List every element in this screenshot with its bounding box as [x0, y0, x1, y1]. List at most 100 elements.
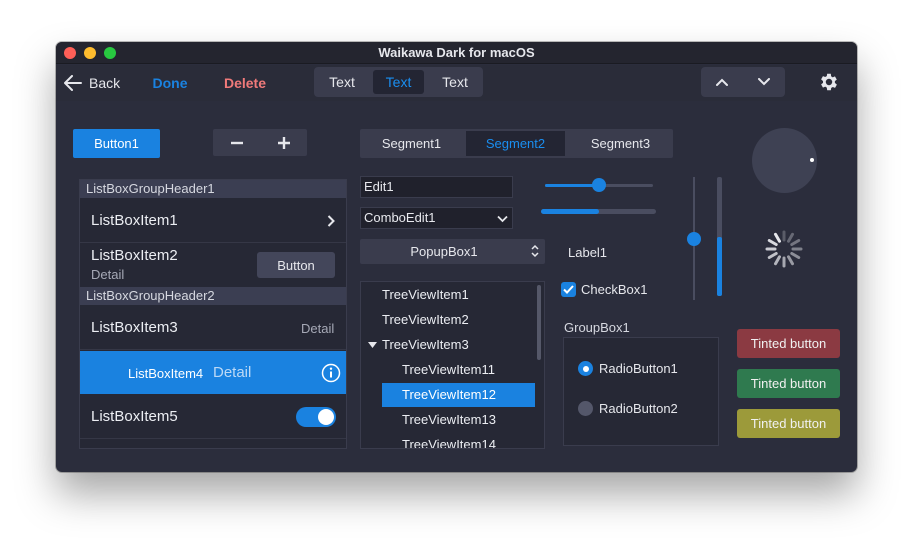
tree-item-3[interactable]: TreeViewItem3 — [382, 333, 469, 357]
zoom-window-button[interactable] — [104, 47, 116, 59]
minus-icon — [230, 141, 243, 144]
radio-button-2-label: RadioButton2 — [599, 401, 678, 416]
up-down-control — [701, 67, 785, 97]
listbox-group-header-2: ListBoxGroupHeader2 — [80, 287, 346, 305]
listbox-item-4[interactable]: ListBoxItem4 Detail — [80, 351, 346, 394]
chevron-up-icon — [716, 78, 728, 86]
checkbox1[interactable]: CheckBox1 — [561, 280, 647, 298]
chevron-down-icon — [758, 78, 770, 86]
slider-1-thumb[interactable] — [592, 178, 606, 192]
tinted-button-red[interactable]: Tinted button — [737, 329, 840, 358]
tree-item-1[interactable]: TreeViewItem1 — [382, 283, 469, 307]
listbox-item-4-detail: Detail — [213, 364, 252, 381]
radio-selected-icon — [578, 361, 593, 376]
chevron-right-icon — [327, 215, 335, 227]
spinner-spoke — [790, 252, 801, 259]
plus-button[interactable] — [260, 129, 307, 156]
radio-button-2[interactable]: RadioButton2 — [578, 401, 678, 416]
disclosure-triangle-icon[interactable] — [368, 342, 377, 348]
vertical-slider-1[interactable] — [687, 177, 701, 300]
text-tab-3[interactable]: Text — [427, 67, 483, 97]
segmented-control: Segment1 Segment2 Segment3 — [360, 129, 673, 158]
done-button[interactable]: Done — [148, 68, 192, 98]
tree-view: TreeViewItem1 TreeViewItem2 TreeViewItem… — [360, 281, 545, 449]
radio-button-1[interactable]: RadioButton1 — [578, 361, 678, 376]
segment-2[interactable]: Segment2 — [466, 131, 565, 156]
info-icon[interactable] — [321, 363, 341, 383]
title-bar: Waikawa Dark for macOS — [56, 42, 857, 64]
listbox-item-3-detail: Detail — [301, 321, 335, 336]
tree-item-13[interactable]: TreeViewItem13 — [402, 408, 496, 432]
dial-knob[interactable] — [752, 128, 817, 193]
window-title: Waikawa Dark for macOS — [378, 45, 535, 60]
label1: Label1 — [568, 245, 608, 260]
close-window-button[interactable] — [64, 47, 76, 59]
tree-item-11[interactable]: TreeViewItem11 — [402, 358, 495, 382]
comboedit1-value: ComboEdit1 — [364, 210, 436, 225]
listbox-item-5-switch[interactable] — [296, 407, 336, 427]
spinner-spoke — [774, 232, 781, 243]
listbox-item-3[interactable]: ListBoxItem3 Detail — [80, 306, 346, 350]
stepper-control — [213, 129, 307, 156]
segment-1[interactable]: Segment1 — [360, 129, 463, 158]
button1[interactable]: Button1 — [73, 129, 160, 158]
comboedit1-field[interactable]: ComboEdit1 — [360, 207, 513, 229]
listbox-item-1-title: ListBoxItem1 — [91, 212, 178, 229]
tree-item-12[interactable]: TreeViewItem12 — [382, 383, 535, 407]
activity-spinner-icon — [765, 230, 803, 268]
text-segmented-control: Text Text Text — [314, 67, 483, 97]
switch-thumb — [318, 409, 334, 425]
text-tab-2[interactable]: Text — [373, 70, 424, 94]
listbox-item-2-title: ListBoxItem2 — [91, 247, 178, 264]
spinner-spoke — [774, 255, 781, 266]
tinted-button-green[interactable]: Tinted button — [737, 369, 840, 398]
listbox-item-2[interactable]: ListBoxItem2 Detail Button — [80, 243, 346, 286]
down-button[interactable] — [743, 67, 785, 97]
plus-icon — [277, 136, 290, 149]
spinner-spoke — [767, 252, 778, 259]
edit1-field[interactable]: Edit1 — [360, 176, 513, 198]
listbox-item-3-title: ListBoxItem3 — [91, 319, 178, 336]
listbox-item-5[interactable]: ListBoxItem5 — [80, 394, 346, 439]
tree-scrollbar[interactable] — [537, 285, 541, 360]
segment-3[interactable]: Segment3 — [568, 129, 673, 158]
list-box: ListBoxGroupHeader1 ListBoxItem1 ListBox… — [79, 179, 347, 449]
popupbox1-value: PopupBox1 — [410, 244, 478, 259]
listbox-group-header-1: ListBoxGroupHeader1 — [80, 180, 346, 198]
tree-item-14[interactable]: TreeViewItem14 — [402, 433, 496, 448]
tinted-button-yellow[interactable]: Tinted button — [737, 409, 840, 438]
delete-button[interactable]: Delete — [219, 68, 271, 98]
groupbox1-title: GroupBox1 — [564, 320, 630, 335]
vertical-slider-2[interactable] — [717, 177, 722, 296]
up-button[interactable] — [701, 67, 743, 97]
minus-button[interactable] — [213, 129, 260, 156]
vertical-slider-1-thumb[interactable] — [687, 231, 701, 246]
minimize-window-button[interactable] — [84, 47, 96, 59]
back-button[interactable]: Back — [64, 68, 126, 98]
groupbox1: RadioButton1 RadioButton2 — [563, 337, 719, 446]
back-label: Back — [89, 75, 121, 91]
checkbox-check-icon — [561, 281, 576, 297]
listbox-item-2-button[interactable]: Button — [257, 252, 335, 278]
tree-item-2[interactable]: TreeViewItem2 — [382, 308, 469, 332]
listbox-item-2-detail: Detail — [91, 267, 125, 282]
app-window: Waikawa Dark for macOS Back Done Delete … — [56, 42, 857, 472]
spinner-spoke — [787, 232, 794, 243]
listbox-item-5-title: ListBoxItem5 — [91, 408, 178, 425]
slider-1-fill — [545, 184, 599, 187]
spinner-spoke — [767, 239, 778, 246]
chevron-down-icon[interactable] — [497, 215, 508, 223]
spinner-spoke — [790, 239, 801, 246]
text-tab-1[interactable]: Text — [314, 67, 370, 97]
slider-2-fill — [541, 209, 599, 214]
horizontal-slider-1[interactable] — [545, 178, 653, 192]
radio-unselected-icon — [578, 401, 593, 416]
dial-indicator — [810, 158, 814, 162]
arrow-left-icon — [64, 75, 82, 91]
up-down-chevron-icon — [531, 244, 539, 258]
horizontal-slider-2[interactable] — [541, 209, 656, 214]
settings-button[interactable] — [817, 70, 841, 94]
listbox-item-1[interactable]: ListBoxItem1 — [80, 199, 346, 243]
spinner-spoke — [787, 255, 794, 266]
popupbox1[interactable]: PopupBox1 — [360, 239, 545, 264]
